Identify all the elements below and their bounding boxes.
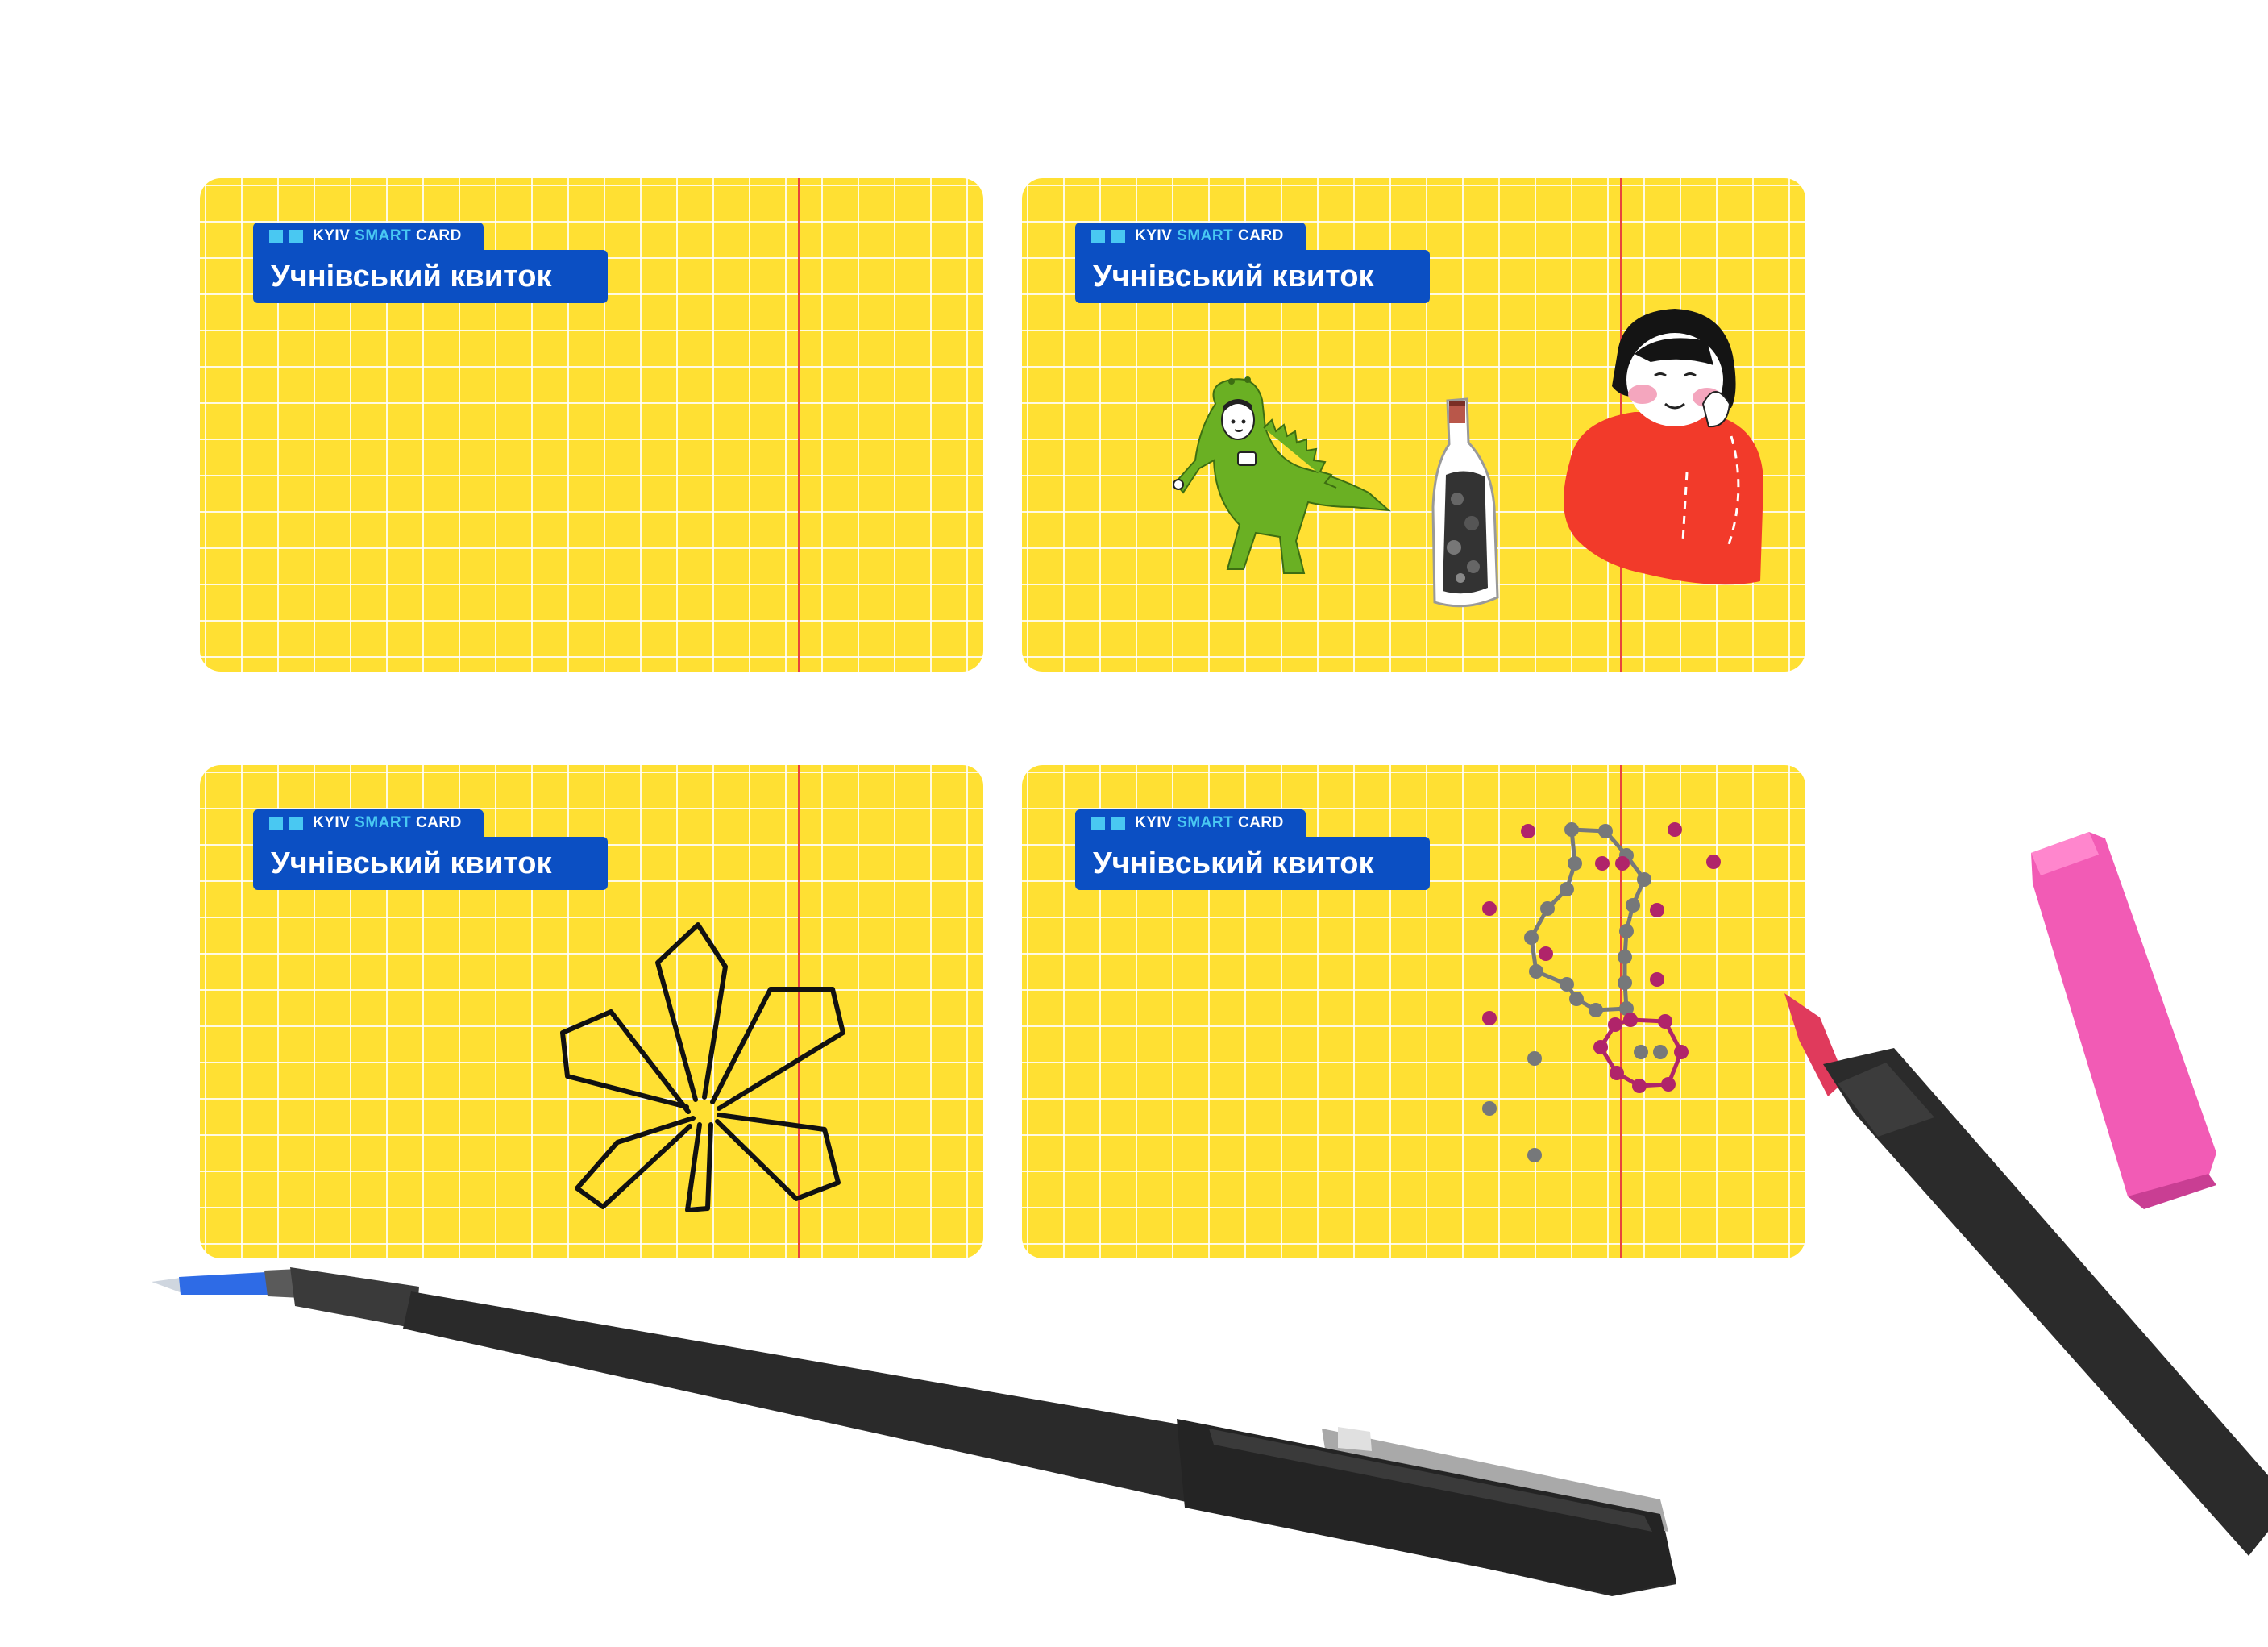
pens-layer <box>152 832 2268 1596</box>
pink-marker-icon <box>1784 993 2268 1556</box>
pink-marker-cap-icon <box>2031 832 2216 1209</box>
black-pen-icon <box>152 1267 1676 1596</box>
